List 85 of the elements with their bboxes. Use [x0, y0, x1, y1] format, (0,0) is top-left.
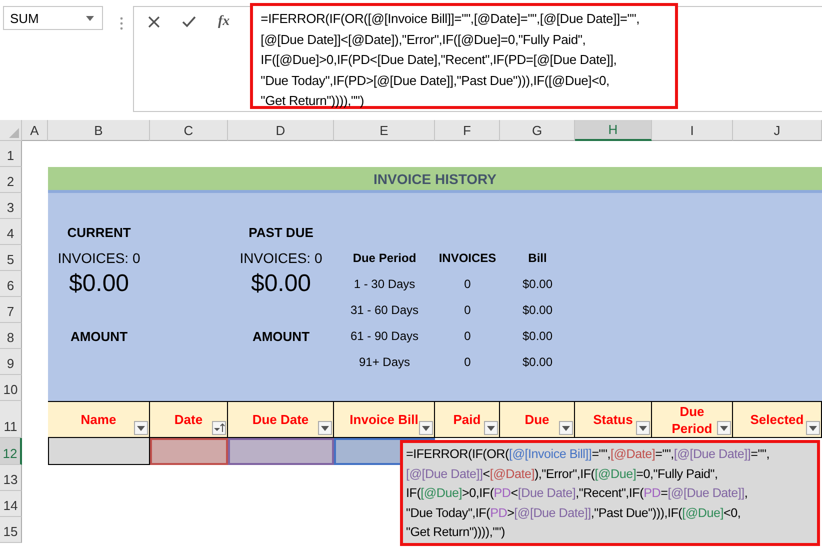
check-icon[interactable]: [182, 16, 196, 28]
header-label: Paid: [453, 411, 481, 428]
amount-value: $0.00: [68, 271, 130, 297]
row-header[interactable]: 10: [0, 375, 22, 401]
header-label: Due Period: [670, 402, 714, 436]
amount-value: $0.00: [250, 271, 312, 297]
row-header[interactable]: 12: [0, 438, 22, 465]
cancel-icon[interactable]: [148, 16, 160, 28]
table-cell-text: $0.00: [521, 354, 554, 371]
invoice-count: INVOICES: 0: [238, 249, 324, 268]
dropdown-arrow-icon: [809, 426, 817, 430]
column-heading: Due Period: [352, 250, 418, 267]
row-header[interactable]: 14: [0, 491, 22, 517]
summary-heading: PAST DUE: [248, 224, 314, 242]
header-label: Selected: [750, 411, 804, 428]
dropdown-arrow-icon: [562, 426, 570, 430]
row-header[interactable]: 11: [0, 401, 22, 438]
row-header[interactable]: 2: [0, 167, 22, 193]
filter-button[interactable]: [318, 421, 332, 435]
dropdown-arrow-icon: [487, 426, 495, 430]
row-header[interactable]: 3: [0, 193, 22, 219]
column-heading: Bill: [527, 250, 548, 267]
sort-filter-button[interactable]: [212, 421, 226, 435]
table-cell-text: 0: [463, 276, 472, 293]
column-header[interactable]: J: [733, 120, 822, 141]
summary-heading: CURRENT: [66, 224, 132, 242]
column-header[interactable]: G: [500, 120, 575, 141]
row-header[interactable]: 9: [0, 349, 22, 375]
column-header[interactable]: D: [228, 120, 334, 141]
filter-button[interactable]: [419, 421, 433, 435]
table-cell-text: 31 - 60 Days: [349, 302, 420, 319]
column-header[interactable]: I: [652, 120, 733, 141]
filter-button[interactable]: [806, 421, 820, 435]
row-header[interactable]: 5: [0, 245, 22, 271]
column-header[interactable]: H: [575, 120, 652, 141]
row-header[interactable]: 4: [0, 219, 22, 245]
amount-label: AMOUNT: [69, 328, 129, 346]
dropdown-arrow-icon: [321, 426, 329, 430]
column-header[interactable]: B: [48, 120, 150, 141]
dropdown-arrow-icon: [639, 426, 647, 430]
caret-icon: [86, 16, 94, 20]
table-cell-text: 0: [463, 354, 472, 371]
cell-formula-editor[interactable]: =IFERROR(IF(OR([@[Invoice Bill]]="",[@Date]="",[@[Due Date]]="", [@[Due Date]]<[@Date]),"Error",IF([@Due]=0,"Fully Paid", IF([@Due]>0,IF(PD<[Due Date],"Recent",IF(PD=[@[Due Date]], "Due Today",IF(PD>[@[Due Date]],"Past Due"))),IF([@Due]<0, "Get Return")))),""): [400, 440, 820, 546]
dropdown-arrow-icon: [137, 426, 145, 430]
filter-button[interactable]: [484, 421, 498, 435]
row-header[interactable]: 1: [0, 141, 22, 167]
column-header[interactable]: A: [22, 120, 48, 141]
table-cell-text: 91+ Days: [358, 354, 412, 371]
dropdown-arrow-icon: [720, 426, 728, 430]
amount-label: AMOUNT: [251, 328, 311, 346]
column-header[interactable]: C: [150, 120, 228, 141]
dropdown-arrow-icon: [422, 426, 430, 430]
table-cell-text: 0: [463, 328, 472, 345]
header-label: Invoice Bill: [350, 411, 418, 428]
row-header[interactable]: 8: [0, 323, 22, 349]
table-cell-text: $0.00: [521, 328, 554, 345]
row-header[interactable]: 7: [0, 297, 22, 323]
sheet-title: INVOICE HISTORY: [374, 170, 496, 186]
table-cell-text: 61 - 90 Days: [349, 328, 420, 345]
row-header[interactable]: 13: [0, 465, 22, 491]
filter-button[interactable]: [134, 421, 148, 435]
header-label: Status: [593, 411, 633, 428]
header-label: Due Date: [252, 411, 309, 428]
sort-arrow-icon: [214, 423, 224, 433]
invoice-count: INVOICES: 0: [56, 249, 142, 268]
table-cell-text: 1 - 30 Days: [352, 276, 416, 293]
drag-handle-icon[interactable]: [120, 17, 123, 30]
filter-button[interactable]: [717, 421, 731, 435]
header-label: Date: [174, 411, 203, 428]
header-label: Name: [80, 411, 116, 428]
table-cell-text: $0.00: [521, 302, 554, 319]
row-header[interactable]: 15: [0, 517, 22, 543]
table-cell-text: 0: [463, 302, 472, 319]
table-cell-text: $0.00: [521, 276, 554, 293]
header-label: Due: [524, 411, 550, 428]
row-header[interactable]: 6: [0, 271, 22, 297]
column-header[interactable]: F: [435, 120, 500, 141]
filter-button[interactable]: [559, 421, 573, 435]
insert-function-button[interactable]: fx: [218, 14, 230, 30]
formula-bar-field[interactable]: =IFERROR(IF(OR([@[Invoice Bill]]="",[@Date]="",[@[Due Date]]="", [@[Due Date]]<[@Date]),"Error",IF([@Due]=0,"Fully Paid", IF([@Due]>0,IF(PD<[Due Date],"Recent",IF(PD=[@[Due Date]], "Due Today",IF(PD>[@[Due Date]],"Past Due"))),IF([@Due]<0, "Get Return")))),""): [250, 3, 678, 109]
triangle-icon: [9, 128, 19, 138]
column-header[interactable]: E: [334, 120, 435, 141]
name-box[interactable]: SUM: [3, 6, 103, 30]
column-heading: INVOICES: [438, 250, 498, 267]
filter-button[interactable]: [636, 421, 650, 435]
